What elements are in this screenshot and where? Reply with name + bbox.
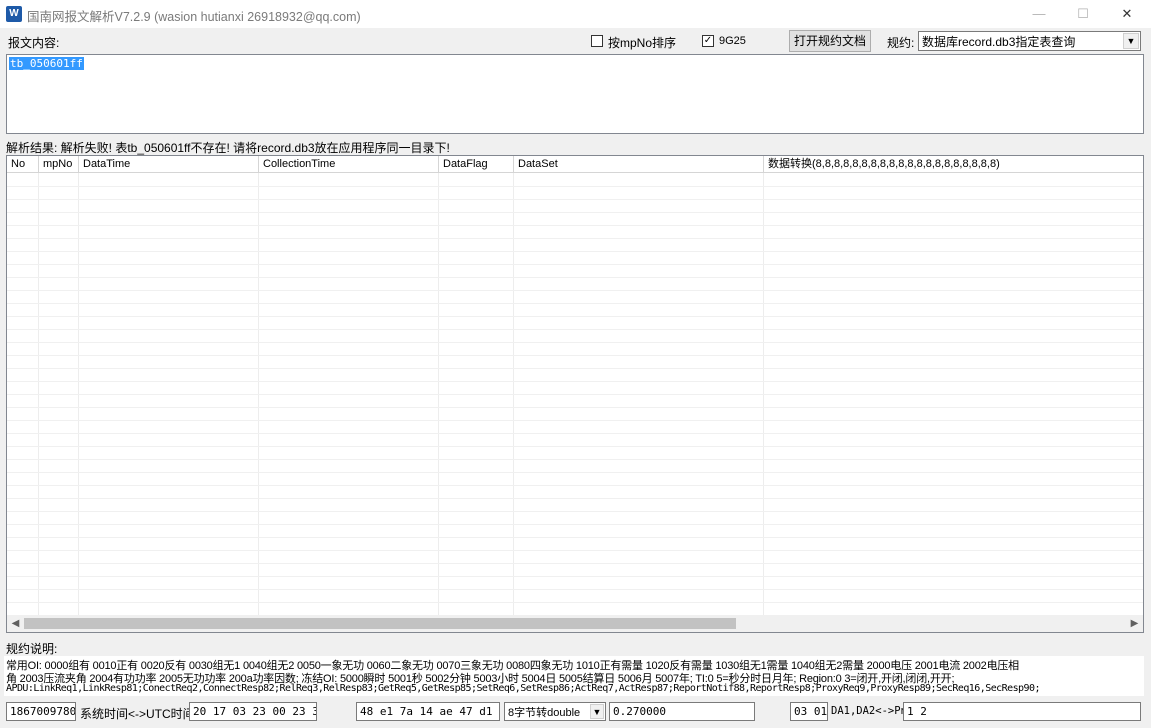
protocol-selected-value: 数据库record.db3指定表查询 xyxy=(922,35,1076,49)
table-row-divider xyxy=(7,277,1143,278)
table-row-divider xyxy=(7,329,1143,330)
column-header-no[interactable]: No xyxy=(7,156,39,173)
table-row-divider xyxy=(7,420,1143,421)
column-header-mpno[interactable]: mpNo xyxy=(39,156,79,173)
table-row-divider xyxy=(7,368,1143,369)
column-header-data-convert[interactable]: 数据转换(8,8,8,8,8,8,8,8,8,8,8,8,8,8,8,8,8,8… xyxy=(764,156,1143,173)
result-table[interactable]: No mpNo DataTime CollectionTime DataFlag… xyxy=(6,155,1144,633)
close-button[interactable]: ✕ xyxy=(1105,0,1149,28)
table-row-divider xyxy=(7,264,1143,265)
column-header-datatime[interactable]: DataTime xyxy=(79,156,259,173)
table-row-divider xyxy=(7,459,1143,460)
table-row-divider xyxy=(7,576,1143,577)
dropdown-arrow-icon[interactable]: ▼ xyxy=(590,704,604,719)
utc-convert-label: 系统时间<->UTC时间 xyxy=(80,707,195,721)
protocol-desc-line: APDU:LinkReq1,LinkResp81;ConectReq2,Conn… xyxy=(6,683,1040,694)
table-row-divider xyxy=(7,186,1143,187)
convert-mode-value: 8字节转double xyxy=(508,707,581,719)
table-row-divider xyxy=(7,342,1143,343)
column-header-collectiontime[interactable]: CollectionTime xyxy=(259,156,439,173)
window-title: 国南网报文解析V7.2.9 (wasion hutianxi 26918932@… xyxy=(27,10,361,24)
table-header: No mpNo DataTime CollectionTime DataFlag… xyxy=(7,156,1143,173)
table-row-divider xyxy=(7,589,1143,590)
table-row-divider xyxy=(7,433,1143,434)
table-row-divider xyxy=(7,238,1143,239)
table-row-divider xyxy=(7,225,1143,226)
da-pn-label: DA1,DA2<->Pn xyxy=(831,705,907,717)
message-label: 报文内容: xyxy=(8,36,60,50)
parse-result-text: 解析结果: 解析失败! 表tb_050601ff不存在! 请将record.db… xyxy=(6,141,450,155)
table-row-divider xyxy=(7,563,1143,564)
hex-bytes-input[interactable]: 48 e1 7a 14 ae 47 d1 3f xyxy=(356,702,500,721)
dropdown-arrow-icon[interactable]: ▼ xyxy=(1123,33,1139,49)
protocol-desc-label: 规约说明: xyxy=(6,642,58,656)
title-bar: W 国南网报文解析V7.2.9 (wasion hutianxi 2691893… xyxy=(0,0,1151,28)
message-input[interactable]: tb_050601ff xyxy=(6,54,1144,134)
table-row-divider xyxy=(7,199,1143,200)
app-logo-icon: W xyxy=(6,6,22,22)
table-row-divider xyxy=(7,472,1143,473)
column-header-dataset[interactable]: DataSet xyxy=(514,156,764,173)
minimize-button[interactable]: — xyxy=(1017,0,1061,28)
message-input-text: tb_050601ff xyxy=(9,57,84,70)
table-body xyxy=(7,173,1143,615)
timestamp-input[interactable]: 18670097802 xyxy=(6,702,76,721)
horizontal-scrollbar[interactable]: ◀ ▶ xyxy=(7,615,1143,632)
table-row-divider xyxy=(7,485,1143,486)
table-row-divider xyxy=(7,212,1143,213)
table-row-divider xyxy=(7,524,1143,525)
scroll-right-icon[interactable]: ▶ xyxy=(1126,615,1143,632)
pn-value-input[interactable]: 1 2 xyxy=(903,702,1141,721)
table-row-divider xyxy=(7,446,1143,447)
scrollbar-thumb[interactable] xyxy=(24,618,736,629)
9g25-label: 9G25 xyxy=(719,35,746,47)
protocol-select[interactable]: 数据库record.db3指定表查询 ▼ xyxy=(918,31,1141,51)
open-protocol-doc-button[interactable]: 打开规约文档 xyxy=(789,30,871,52)
double-value-input[interactable]: 0.270000 xyxy=(609,702,755,721)
scroll-left-icon[interactable]: ◀ xyxy=(7,615,24,632)
sort-by-mpno-label: 按mpNo排序 xyxy=(608,36,677,50)
column-header-dataflag[interactable]: DataFlag xyxy=(439,156,514,173)
table-row-divider xyxy=(7,316,1143,317)
table-row-divider xyxy=(7,290,1143,291)
table-row-divider xyxy=(7,407,1143,408)
table-row-divider xyxy=(7,511,1143,512)
table-row-divider xyxy=(7,394,1143,395)
convert-mode-select[interactable]: 8字节转double ▼ xyxy=(504,702,606,721)
table-row-divider xyxy=(7,355,1143,356)
table-row-divider xyxy=(7,303,1143,304)
table-row-divider xyxy=(7,251,1143,252)
table-row-divider xyxy=(7,537,1143,538)
table-row-divider xyxy=(7,602,1143,603)
protocol-label: 规约: xyxy=(887,36,915,50)
table-row-divider xyxy=(7,498,1143,499)
sort-by-mpno-checkbox[interactable] xyxy=(591,35,603,47)
check-mark-icon: ✓ xyxy=(703,35,713,46)
maximize-button[interactable]: ☐ xyxy=(1061,0,1105,28)
da-bytes-input[interactable]: 03 01 xyxy=(790,702,828,721)
protocol-desc-box: 常用OI: 0000组有 0010正有 0020反有 0030组无1 0040组… xyxy=(4,656,1144,696)
table-row-divider xyxy=(7,381,1143,382)
time-bytes-input[interactable]: 20 17 03 23 00 23 38 xyxy=(189,702,317,721)
9g25-checkbox[interactable]: ✓ xyxy=(702,35,714,47)
table-row-divider xyxy=(7,550,1143,551)
